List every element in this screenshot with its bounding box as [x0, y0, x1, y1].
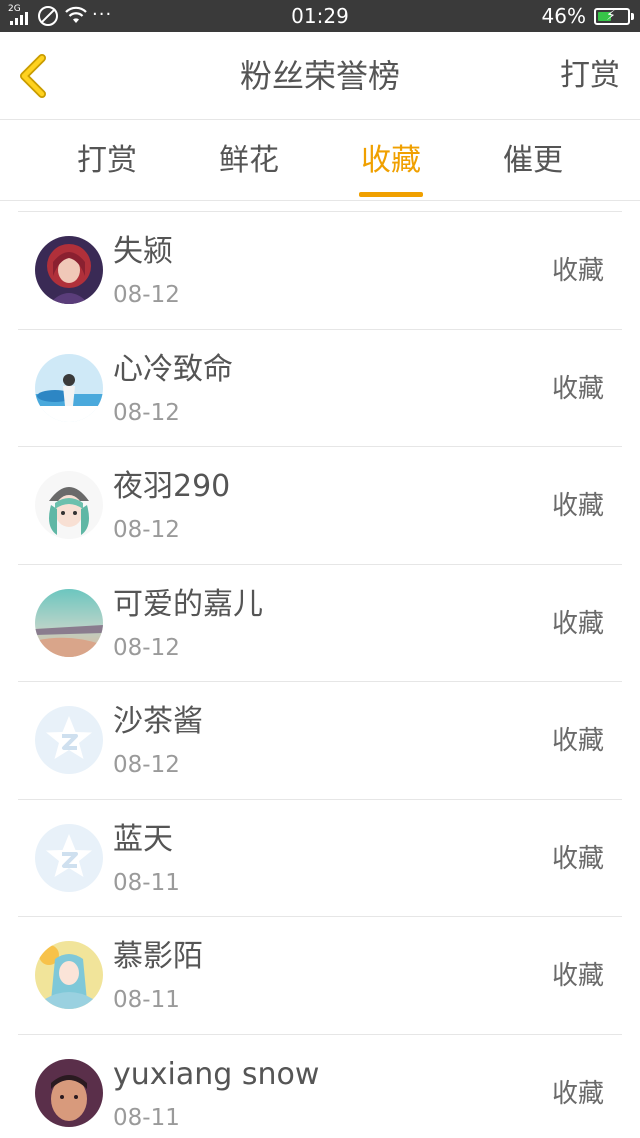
list-item[interactable]: yuxiang snow 08-11 收藏	[18, 1035, 622, 1138]
fan-name: 可爱的嘉儿	[113, 586, 263, 622]
nav-bar: 粉丝荣誉榜 打赏	[0, 32, 640, 120]
fan-name: 心冷致命	[113, 351, 233, 387]
fan-name: 慕影陌	[113, 939, 203, 974]
fan-name: 沙茶酱	[113, 704, 203, 739]
avatar[interactable]	[35, 1058, 103, 1127]
fan-name: 夜羽290	[113, 469, 231, 504]
tab-label: 收藏	[361, 143, 421, 178]
fan-date: 08-11	[113, 1104, 180, 1131]
list-item[interactable]: 心冷致命 08-12 收藏	[18, 330, 622, 447]
avatar[interactable]	[35, 588, 103, 657]
avatar[interactable]	[35, 236, 103, 304]
list-item[interactable]: 慕影陌 08-11 收藏	[18, 917, 622, 1035]
fan-list: 失颍 08-12 收藏 心冷致命 08-12 收藏 夜羽290 08-12 收藏…	[18, 211, 622, 1138]
avatar[interactable]	[35, 941, 103, 1009]
status-bar: 2G ··· 01:29 46% ⚡	[0, 0, 640, 32]
fan-date: 08-11	[113, 869, 180, 896]
avatar[interactable]	[35, 471, 103, 539]
list-item[interactable]: 夜羽290 08-12 收藏	[18, 447, 622, 565]
tab-favorites[interactable]: 收藏	[320, 121, 462, 201]
list-item[interactable]: 失颍 08-12 收藏	[18, 212, 622, 330]
tab-flowers[interactable]: 鲜花	[178, 121, 320, 201]
fan-action: 收藏	[551, 726, 604, 756]
fan-action: 收藏	[551, 608, 604, 639]
tab-bar: 打赏 鲜花 收藏 催更	[0, 121, 640, 201]
fan-name: yuxiang snow	[113, 1056, 320, 1092]
fan-action: 收藏	[551, 1078, 604, 1109]
fan-date: 08-12	[113, 399, 180, 426]
fan-name: 蓝天	[113, 821, 173, 857]
list-item[interactable]: 可爱的嘉儿 08-12 收藏	[18, 565, 622, 682]
fan-action: 收藏	[551, 491, 604, 521]
fan-action: 收藏	[551, 256, 604, 286]
reward-button[interactable]: 打赏	[560, 32, 620, 120]
fan-action: 收藏	[551, 843, 604, 874]
avatar[interactable]	[35, 823, 103, 892]
tab-label: 催更	[503, 143, 563, 178]
tab-label: 鲜花	[219, 143, 279, 178]
page-title: 粉丝荣誉榜	[239, 57, 400, 95]
avatar[interactable]	[35, 353, 103, 422]
battery-percent: 46%	[541, 4, 586, 28]
fan-action: 收藏	[551, 961, 604, 991]
list-item[interactable]: 沙茶酱 08-12 收藏	[18, 682, 622, 800]
fan-date: 08-11	[113, 987, 180, 1013]
tab-reward[interactable]: 打赏	[36, 121, 178, 201]
fan-date: 08-12	[113, 282, 180, 308]
avatar[interactable]	[35, 706, 103, 774]
fan-action: 收藏	[551, 373, 604, 404]
fan-date: 08-12	[113, 517, 180, 543]
fan-date: 08-12	[113, 634, 180, 661]
list-item[interactable]: 蓝天 08-11 收藏	[18, 800, 622, 917]
active-tab-indicator	[359, 192, 423, 197]
fan-name: 失颍	[113, 234, 173, 269]
tab-label: 打赏	[77, 143, 137, 178]
fan-date: 08-12	[113, 752, 180, 778]
tab-urge-update[interactable]: 催更	[462, 121, 604, 201]
battery-icon: ⚡	[594, 8, 634, 25]
